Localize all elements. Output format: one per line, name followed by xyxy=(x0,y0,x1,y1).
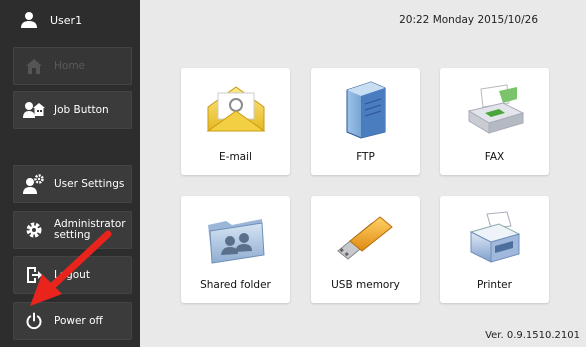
home-button[interactable]: Home xyxy=(13,47,132,85)
tile-shared-folder-label: Shared folder xyxy=(200,279,271,291)
ftp-server-icon xyxy=(311,78,420,142)
gear-icon xyxy=(23,219,45,241)
job-button-label: Job Button xyxy=(54,103,109,116)
user-name: User1 xyxy=(50,13,83,27)
fax-machine-icon xyxy=(440,78,549,142)
tile-ftp[interactable]: FTP xyxy=(311,68,420,175)
power-icon xyxy=(23,310,45,332)
tile-printer[interactable]: Printer xyxy=(440,196,549,303)
datetime-display: 20:22 Monday 2015/10/26 xyxy=(399,14,538,26)
tile-email-label: E-mail xyxy=(219,151,252,163)
printer-icon xyxy=(440,206,549,270)
shared-folder-icon xyxy=(181,206,290,270)
power-off-button[interactable]: Power off xyxy=(13,302,132,340)
tile-fax[interactable]: FAX xyxy=(440,68,549,175)
job-button-icon xyxy=(23,99,45,121)
power-off-label: Power off xyxy=(54,314,103,327)
home-icon xyxy=(23,55,45,77)
logout-icon xyxy=(23,264,45,286)
usb-memory-icon xyxy=(311,206,420,270)
user-indicator: User1 xyxy=(0,0,140,40)
email-envelope-icon xyxy=(181,78,290,142)
tile-usb-memory-label: USB memory xyxy=(331,279,400,291)
tile-shared-folder[interactable]: Shared folder xyxy=(181,196,290,303)
administrator-setting-button[interactable]: Administrator setting xyxy=(13,211,132,249)
tile-email[interactable]: E-mail xyxy=(181,68,290,175)
tile-usb-memory[interactable]: USB memory xyxy=(311,196,420,303)
sidebar: User1 Home Job Button User Settings Admi… xyxy=(0,0,140,347)
user-icon xyxy=(18,9,40,31)
logout-label: Logout xyxy=(54,268,90,281)
user-settings-button[interactable]: User Settings xyxy=(13,165,132,203)
logout-button[interactable]: Logout xyxy=(13,256,132,294)
user-settings-label: User Settings xyxy=(54,177,125,190)
administrator-setting-label: Administrator setting xyxy=(54,218,126,241)
tile-fax-label: FAX xyxy=(484,151,505,163)
tile-ftp-label: FTP xyxy=(356,151,375,163)
tile-printer-label: Printer xyxy=(477,279,512,291)
version-text: Ver. 0.9.1510.2101 xyxy=(485,330,580,341)
job-button-button[interactable]: Job Button xyxy=(13,91,132,129)
home-label: Home xyxy=(54,59,86,72)
user-settings-icon xyxy=(23,173,45,195)
